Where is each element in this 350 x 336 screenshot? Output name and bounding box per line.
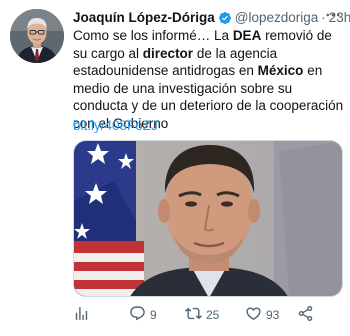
tweet-text-bold: director: [142, 45, 194, 61]
views-icon: [73, 305, 90, 325]
author-handle[interactable]: @lopezdoriga: [235, 9, 319, 27]
tweet-header: Joaquín López-Dóriga @lopezdoriga · 23h: [73, 9, 350, 27]
verified-badge-icon: [218, 11, 232, 25]
avatar-image: [10, 9, 64, 63]
tweet-card[interactable]: Joaquín López-Dóriga @lopezdoriga · 23h …: [0, 0, 350, 336]
more-icon[interactable]: [324, 6, 342, 24]
reply-count: 9: [150, 308, 157, 322]
share-button[interactable]: [297, 304, 314, 326]
like-icon: [245, 305, 262, 325]
tweet-actions-bar: 9 25 93: [73, 304, 343, 326]
tweet-media-image[interactable]: [73, 140, 343, 297]
author-name[interactable]: Joaquín López-Dóriga: [73, 9, 215, 27]
avatar[interactable]: [10, 9, 64, 63]
tweet-text-bold: México: [257, 63, 304, 78]
like-button[interactable]: 93: [245, 304, 279, 326]
retweet-button[interactable]: 25: [185, 304, 219, 326]
tweet-link[interactable]: bit.ly/408FoZJ: [73, 117, 158, 135]
photo: [74, 141, 342, 296]
retweet-count: 25: [206, 308, 220, 322]
reply-icon: [129, 305, 146, 325]
reply-button[interactable]: 9: [129, 304, 157, 326]
views-button[interactable]: [73, 304, 90, 326]
tweet-text-bold: DEA: [232, 28, 262, 43]
like-count: 93: [266, 308, 280, 322]
retweet-icon: [185, 305, 202, 325]
share-icon: [297, 305, 314, 325]
tweet-text-part: Como se los informé… La: [73, 28, 233, 43]
